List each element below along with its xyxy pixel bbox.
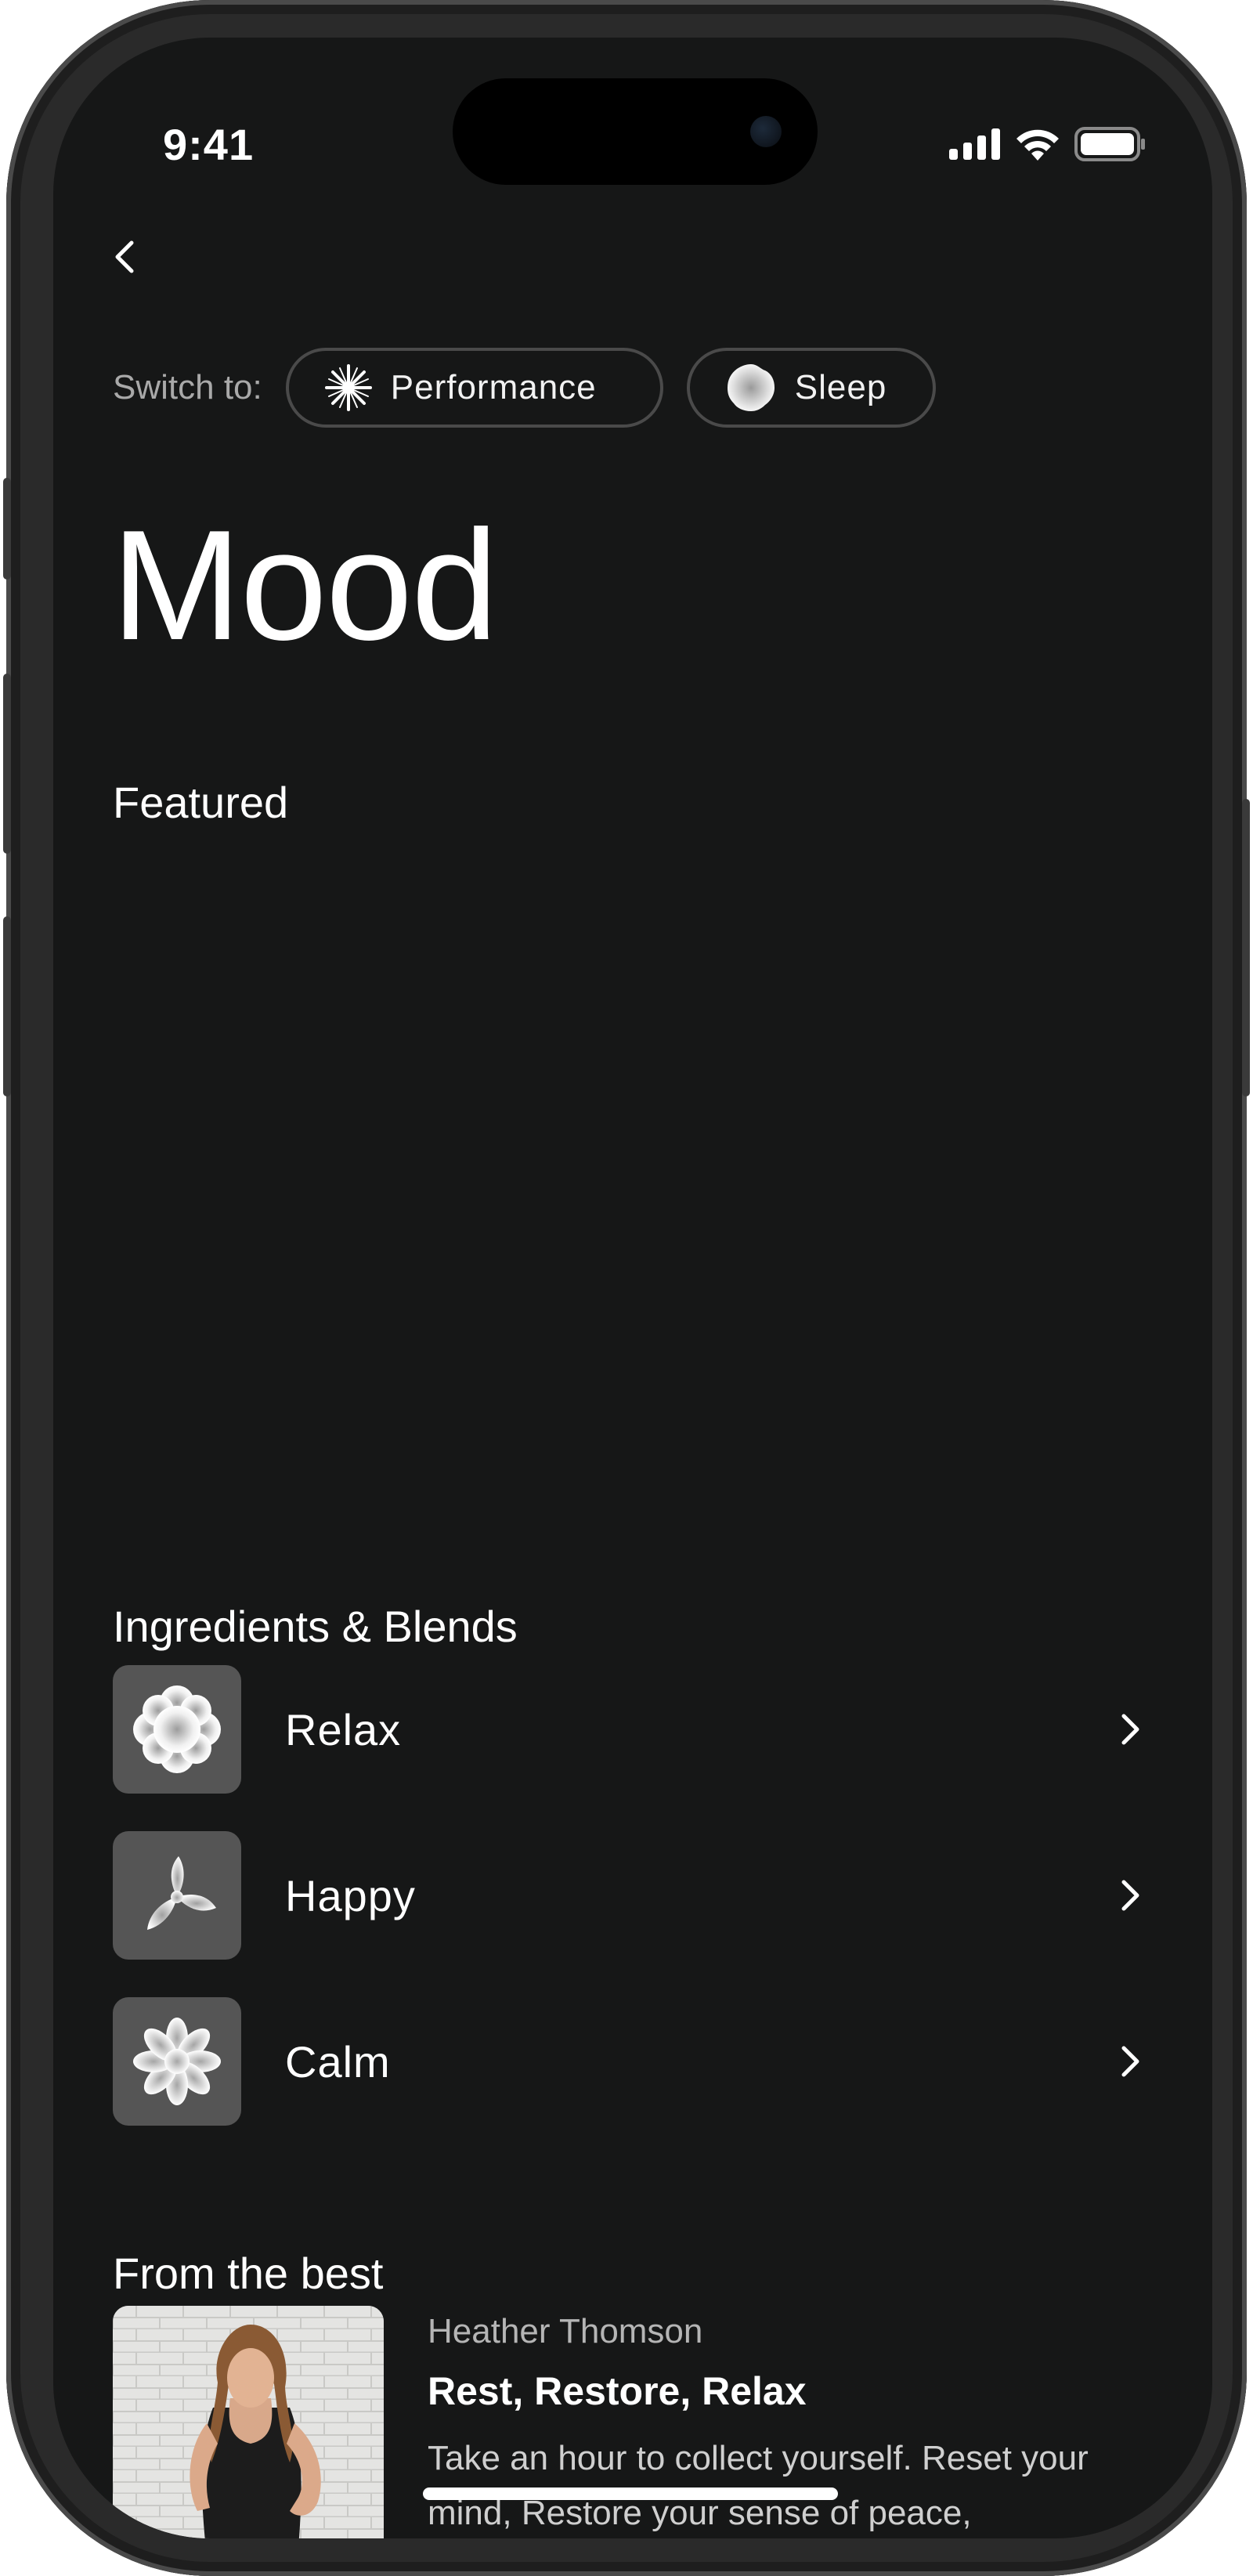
battery-icon — [1074, 127, 1145, 161]
ingredients-heading: Ingredients & Blends — [113, 1602, 518, 1651]
phone-frame: 9:41 Switch to: Performance Sleep Mood F… — [3, 0, 1250, 2576]
card-text: Heather Thomson Rest, Restore, Relax Tak… — [428, 2306, 1132, 2538]
list-item-label: Happy — [285, 1870, 416, 1920]
featured-carousel[interactable] — [113, 821, 1153, 1526]
chevron-right-icon — [1121, 2046, 1139, 2077]
silent-switch — [3, 478, 11, 580]
volume-up-button — [3, 674, 11, 854]
card-title: Rest, Restore, Relax — [428, 2369, 807, 2413]
flower-icon — [133, 1685, 221, 1773]
app-screen: 9:41 Switch to: Performance Sleep Mood F… — [53, 38, 1212, 2538]
status-icons — [949, 127, 1146, 161]
petals-icon — [147, 1856, 216, 1930]
switch-sleep-label: Sleep — [794, 368, 887, 406]
from-the-best-heading: From the best — [113, 2249, 384, 2298]
author-photo — [113, 2306, 384, 2538]
starburst-icon — [324, 364, 372, 411]
person-portrait-icon — [113, 2306, 384, 2538]
volume-down-button — [3, 916, 11, 1097]
thumbnail — [113, 1831, 241, 1960]
home-indicator[interactable] — [423, 2487, 838, 2500]
camera-icon — [750, 116, 782, 147]
list-item-happy[interactable]: Happy — [113, 1831, 1153, 1960]
switch-performance-label: Performance — [390, 368, 597, 406]
wifi-icon — [1016, 129, 1059, 161]
chevron-right-icon — [1121, 1880, 1139, 1911]
switch-performance-button[interactable]: Performance — [285, 348, 663, 428]
page-title: Mood — [111, 498, 498, 673]
card-description: Take an hour to collect yourself. Reset … — [428, 2439, 1089, 2532]
mode-switcher: Switch to: Performance Sleep — [113, 348, 936, 428]
card-author: Heather Thomson — [428, 2312, 703, 2350]
daisy-icon — [133, 2018, 221, 2105]
chevron-left-icon[interactable] — [102, 233, 149, 280]
power-button — [1242, 799, 1250, 1097]
status-time: 9:41 — [163, 120, 255, 169]
ingredients-list: Relax Happy Calm — [113, 1665, 1153, 2163]
list-item-label: Relax — [285, 1704, 402, 1754]
blob-icon — [727, 364, 775, 411]
thumbnail — [113, 1997, 241, 2126]
list-item-label: Calm — [285, 2036, 391, 2086]
list-item-relax[interactable]: Relax — [113, 1665, 1153, 1794]
thumbnail — [113, 1665, 241, 1794]
dynamic-island — [453, 78, 818, 185]
expert-card[interactable]: Heather Thomson Rest, Restore, Relax Tak… — [113, 2306, 1153, 2538]
switch-sleep-button[interactable]: Sleep — [686, 348, 936, 428]
chevron-right-icon — [1121, 1714, 1139, 1745]
list-item-calm[interactable]: Calm — [113, 1997, 1153, 2126]
cellular-signal-icon — [949, 128, 1000, 160]
switch-label: Switch to: — [113, 368, 262, 406]
